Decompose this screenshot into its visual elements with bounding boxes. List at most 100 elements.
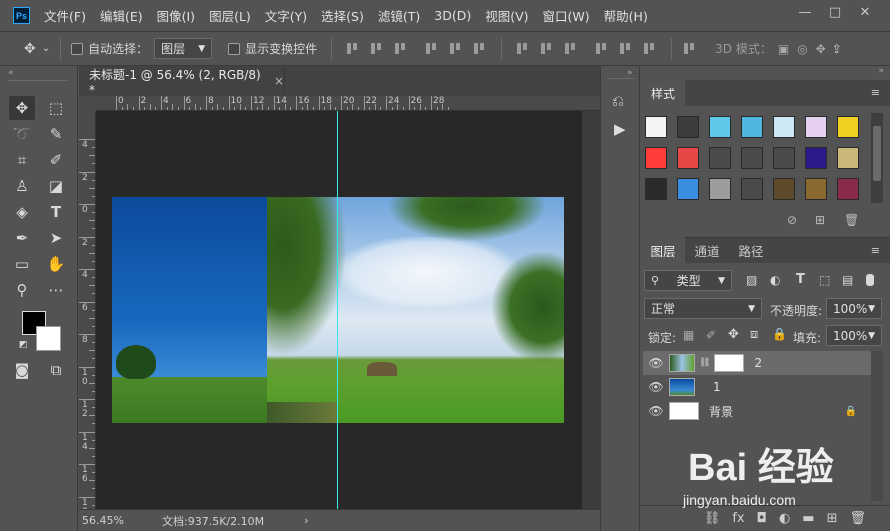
- style-swatch[interactable]: [741, 116, 763, 138]
- lock-position-icon[interactable]: ✥: [728, 327, 739, 342]
- collapse-icon[interactable]: »: [878, 66, 884, 76]
- clear-style-icon[interactable]: ⊘: [787, 213, 797, 227]
- stamp-tool-icon[interactable]: ♙: [9, 174, 35, 198]
- minimize-button[interactable]: —: [790, 2, 820, 22]
- align-top-icon[interactable]: [345, 42, 359, 56]
- align-hcenter-icon[interactable]: [448, 42, 462, 56]
- opacity-input[interactable]: 100% ▼: [826, 298, 882, 319]
- new-group-icon[interactable]: ▬: [802, 511, 814, 526]
- layer-row-1[interactable]: 👁 1: [643, 375, 871, 399]
- distribute-top-icon[interactable]: [515, 42, 529, 56]
- more-tools-icon[interactable]: ⋯: [43, 278, 69, 302]
- tab-channels[interactable]: 通道: [686, 237, 728, 263]
- visibility-eye-icon[interactable]: 👁: [643, 404, 669, 418]
- lock-pixels-icon[interactable]: ✐: [706, 328, 716, 342]
- delete-layer-icon[interactable]: 🗑: [849, 511, 866, 526]
- screen-mode-icon[interactable]: ⧉: [43, 358, 69, 382]
- style-swatch[interactable]: [645, 147, 667, 169]
- horizontal-ruler[interactable]: 0 2 4 6 8 10 12 14 16 18 20 22 24 26 28: [96, 96, 600, 111]
- path-select-tool-icon[interactable]: ➤: [43, 226, 69, 250]
- ruler-origin[interactable]: [79, 96, 96, 111]
- lock-all-icon[interactable]: 🔒: [772, 327, 787, 341]
- layer-filter-dropdown[interactable]: ⚲ 类型 ▼: [644, 270, 732, 291]
- history-panel-icon[interactable]: ⎌: [612, 92, 624, 110]
- 3d-roll-icon[interactable]: ◎: [797, 42, 807, 56]
- marquee-tool-icon[interactable]: ⬚: [43, 96, 69, 120]
- close-icon[interactable]: ×: [274, 74, 284, 88]
- quick-select-tool-icon[interactable]: ✎: [43, 122, 69, 146]
- document-tab[interactable]: 未标题-1 @ 56.4% (2, RGB/8) * ×: [79, 68, 285, 97]
- type-tool-icon[interactable]: T: [43, 200, 69, 224]
- style-swatch[interactable]: [645, 178, 667, 200]
- new-layer-icon[interactable]: ⊞: [827, 511, 838, 526]
- layers-scrollbar[interactable]: [871, 351, 883, 501]
- distribute-right-icon[interactable]: [642, 42, 656, 56]
- distribute-hcenter-icon[interactable]: [618, 42, 632, 56]
- tool-preset-chevron-icon[interactable]: ⌄: [42, 43, 50, 54]
- vertical-ruler[interactable]: 4 2 0 2 4 6 8 1 0 1 2 1 4 1 6 1 8: [79, 111, 96, 509]
- menu-view[interactable]: 视图(V): [485, 6, 528, 25]
- menu-help[interactable]: 帮助(H): [604, 6, 648, 25]
- style-swatch[interactable]: [805, 116, 827, 138]
- filter-type-icon[interactable]: T: [796, 272, 805, 287]
- style-swatch[interactable]: [805, 147, 827, 169]
- style-swatch[interactable]: [677, 147, 699, 169]
- document-canvas[interactable]: [112, 197, 564, 423]
- layer-row-background[interactable]: 👁 背景 🔒: [643, 399, 871, 423]
- layer-mask-thumbnail[interactable]: [714, 354, 745, 372]
- layer-style-fx-icon[interactable]: fx: [732, 511, 744, 526]
- auto-select-dropdown[interactable]: 图层 ▼: [154, 38, 213, 59]
- visibility-eye-icon[interactable]: 👁: [643, 356, 669, 370]
- layer-name[interactable]: 2: [754, 356, 762, 370]
- blend-mode-dropdown[interactable]: 正常 ▼: [644, 298, 762, 319]
- brush-tool-icon[interactable]: ✐: [43, 148, 69, 172]
- menu-layer[interactable]: 图层(L): [209, 6, 251, 25]
- chain-link-icon[interactable]: ⛓: [699, 358, 710, 368]
- panel-menu-icon[interactable]: ≡: [871, 86, 880, 99]
- canvas-area[interactable]: [96, 111, 582, 509]
- align-vcenter-icon[interactable]: [369, 42, 383, 56]
- style-swatch[interactable]: [773, 147, 795, 169]
- background-color-swatch[interactable]: [36, 326, 61, 351]
- vertical-guide[interactable]: [337, 111, 338, 509]
- share-icon[interactable]: ⇪: [832, 42, 842, 56]
- collapse-icon[interactable]: «: [8, 68, 14, 78]
- filter-smart-object-icon[interactable]: ▤: [842, 273, 853, 287]
- 3d-pan-icon[interactable]: ✥: [816, 42, 826, 56]
- restore-button[interactable]: □: [820, 2, 850, 22]
- align-left-icon[interactable]: [424, 42, 438, 56]
- shape-tool-icon[interactable]: ▭: [9, 252, 35, 276]
- distribute-left-icon[interactable]: [594, 42, 608, 56]
- style-swatch[interactable]: [741, 147, 763, 169]
- align-right-icon[interactable]: [472, 42, 486, 56]
- delete-style-icon[interactable]: 🗑: [844, 213, 859, 227]
- align-bottom-icon[interactable]: [393, 42, 407, 56]
- lasso-tool-icon[interactable]: ➰: [9, 122, 35, 146]
- auto-align-icon[interactable]: [682, 42, 696, 56]
- hand-tool-icon[interactable]: ✋: [43, 252, 69, 276]
- tab-layers[interactable]: 图层: [641, 237, 685, 263]
- zoom-level[interactable]: 56.45%: [82, 514, 152, 527]
- move-tool-icon[interactable]: ✥: [24, 41, 36, 57]
- eraser-tool-icon[interactable]: ◪: [43, 174, 69, 198]
- fill-input[interactable]: 100% ▼: [826, 325, 882, 346]
- style-swatch[interactable]: [709, 147, 731, 169]
- lock-artboard-icon[interactable]: ⧈: [750, 327, 758, 342]
- filter-toggle-icon[interactable]: [866, 274, 874, 286]
- auto-select-checkbox[interactable]: [71, 42, 84, 55]
- tab-styles[interactable]: 样式: [641, 80, 685, 106]
- menu-3d[interactable]: 3D(D): [434, 8, 471, 23]
- style-swatch[interactable]: [677, 116, 699, 138]
- style-swatch[interactable]: [645, 116, 667, 138]
- style-swatch[interactable]: [773, 178, 795, 200]
- pen-tool-icon[interactable]: ✒: [9, 226, 35, 250]
- layer-name[interactable]: 背景: [709, 403, 733, 420]
- style-swatch[interactable]: [837, 116, 859, 138]
- add-mask-icon[interactable]: ◘: [757, 511, 767, 526]
- menu-select[interactable]: 选择(S): [321, 6, 364, 25]
- zoom-tool-icon[interactable]: ⚲: [9, 278, 35, 302]
- menu-edit[interactable]: 编辑(E): [100, 6, 143, 25]
- actions-panel-play-icon[interactable]: ▶: [614, 120, 626, 138]
- layer-row-2[interactable]: 👁 ⛓ 2: [643, 351, 871, 375]
- menu-image[interactable]: 图像(I): [157, 6, 195, 25]
